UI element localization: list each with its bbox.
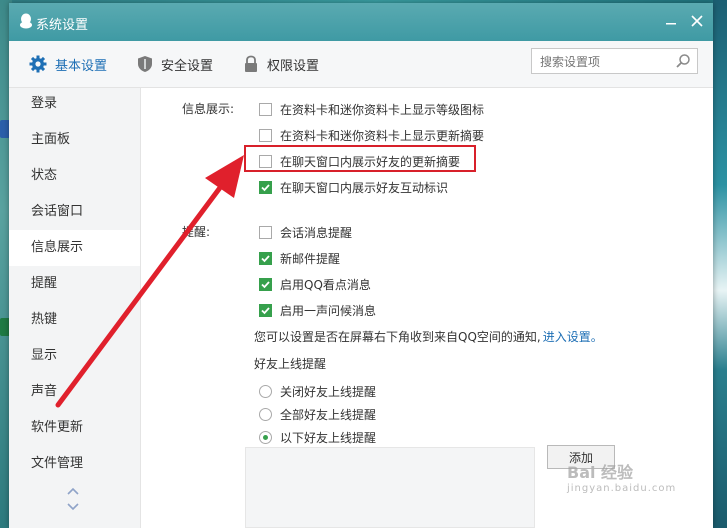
title-bar: 系统设置 [9,3,713,41]
qq-logo-icon [20,13,32,29]
checkbox-checked[interactable] [259,277,272,291]
qzone-notice-text: 您可以设置是否在屏幕右下角收到来自QQ空间的通知, [254,329,541,344]
reminder-section-label: 提醒: [182,225,211,239]
option-qq-kandian-message[interactable]: 启用QQ看点消息 [259,275,371,293]
sidebar-item-file-management[interactable]: 文件管理 [9,446,140,482]
sidebar-item-main-panel[interactable]: 主面板 [9,122,140,158]
option-label: 以下好友上线提醒 [280,430,377,445]
checkbox-checked[interactable] [259,180,272,194]
option-show-update-summary[interactable]: 在资料卡和迷你资料卡上显示更新摘要 [259,126,484,144]
sidebar-item-hotkey[interactable]: 热键 [9,302,140,338]
tab-permission-settings-label: 权限设置 [267,58,320,74]
sidebar-item-label: 显示 [31,348,58,363]
sidebar-item-label: 热键 [31,312,58,327]
tab-basic-settings-label: 基本设置 [55,58,108,74]
checkmark-icon [261,306,270,314]
option-label: 启用一声问候消息 [280,303,377,318]
option-label: 在资料卡和迷你资料卡上显示等级图标 [280,102,485,117]
sidebar-item-label: 登录 [31,96,58,111]
minimize-button[interactable] [661,11,681,31]
option-greeting-message[interactable]: 启用一声问候消息 [259,301,376,319]
sidebar-item-status[interactable]: 状态 [9,158,140,194]
option-label: 在聊天窗口内展示好友互动标识 [280,180,449,195]
checkmark-icon [261,183,270,191]
scroll-up-chevron-icon[interactable] [66,486,80,496]
sidebar-item-label: 主面板 [31,132,71,147]
checkbox-checked[interactable] [259,251,272,265]
tab-security-settings-label: 安全设置 [161,58,214,74]
highlight-box [244,145,476,172]
checkbox-checked[interactable] [259,303,272,317]
option-label: 在资料卡和迷你资料卡上显示更新摘要 [280,128,485,143]
friend-list-box[interactable] [245,447,535,528]
option-show-level-icon[interactable]: 在资料卡和迷你资料卡上显示等级图标 [259,100,484,118]
sidebar-item-label: 信息展示 [31,240,84,255]
close-button[interactable] [687,11,707,31]
lock-icon [245,55,257,72]
option-new-mail-reminder[interactable]: 新邮件提醒 [259,249,340,267]
sidebar-item-label: 提醒 [31,276,58,291]
search-input[interactable] [538,52,672,72]
radio-all-friends-online[interactable]: 全部好友上线提醒 [259,405,376,423]
sidebar-item-chat-window[interactable]: 会话窗口 [9,194,140,230]
shield-icon [138,56,152,72]
radio-selected-friends-online[interactable]: 以下好友上线提醒 [259,428,376,446]
close-icon [691,15,703,27]
sidebar-item-label: 状态 [31,168,58,183]
sidebar-item-label: 文件管理 [31,456,84,471]
sidebar-item-reminder[interactable]: 提醒 [9,266,140,302]
radio-button-selected[interactable] [259,430,272,444]
sidebar-item-info-display[interactable]: 信息展示 [9,230,140,266]
radio-button[interactable] [259,407,272,421]
option-label: 关闭好友上线提醒 [280,384,377,399]
scroll-down-chevron-icon[interactable] [66,502,80,512]
settings-tab-bar: 基本设置 安全设置 权限设置 [9,41,713,88]
watermark: Bai 经验 jingyan.baidu.com [567,459,676,494]
sidebar-item-label: 声音 [31,384,58,399]
sidebar-item-sound[interactable]: 声音 [9,374,140,410]
tab-permission-settings[interactable]: 权限设置 [243,54,319,74]
checkbox[interactable] [259,225,272,239]
search-box[interactable] [531,48,698,74]
gear-icon [29,55,47,73]
option-label: 会话消息提醒 [280,225,353,240]
window-title: 系统设置 [36,18,89,33]
radio-button[interactable] [259,384,272,398]
option-label: 启用QQ看点消息 [280,277,371,292]
settings-sidebar: 登录 主面板 状态 会话窗口 信息展示 提醒 热键 显示 声音 软件更新 文件管… [9,88,141,528]
option-session-message-reminder[interactable]: 会话消息提醒 [259,223,352,241]
checkbox[interactable] [259,128,272,142]
info-display-section-label: 信息展示: [182,102,235,116]
sidebar-item-login[interactable]: 登录 [9,86,140,122]
watermark-line2: jingyan.baidu.com [567,483,677,494]
sidebar-item-label: 会话窗口 [31,204,84,219]
checkbox[interactable] [259,102,272,116]
sidebar-item-display[interactable]: 显示 [9,338,140,374]
qzone-notice: 您可以设置是否在屏幕右下角收到来自QQ空间的通知, 进入设置。 [254,327,603,345]
sidebar-item-label: 软件更新 [31,420,84,435]
watermark-line1: Bai 经验 [567,463,634,482]
friend-online-section-label: 好友上线提醒 [254,357,327,371]
option-label: 全部好友上线提醒 [280,407,377,422]
option-chat-friend-interaction-mark[interactable]: 在聊天窗口内展示好友互动标识 [259,178,448,196]
radio-disable-friend-online[interactable]: 关闭好友上线提醒 [259,382,376,400]
checkmark-icon [261,280,270,288]
option-label: 新邮件提醒 [280,251,341,266]
tab-basic-settings[interactable]: 基本设置 [29,54,107,74]
checkmark-icon [261,254,270,262]
desktop-right-strip [713,0,727,528]
sidebar-item-software-update[interactable]: 软件更新 [9,410,140,446]
settings-window: 系统设置 基本设置 安全设置 权限设置 搜索设置项 登录 主面板 状态 会话窗口… [9,3,713,528]
minimize-icon [666,23,676,25]
search-icon[interactable] [675,53,691,69]
tab-security-settings[interactable]: 安全设置 [137,54,213,74]
qzone-settings-link[interactable]: 进入设置。 [543,328,603,345]
